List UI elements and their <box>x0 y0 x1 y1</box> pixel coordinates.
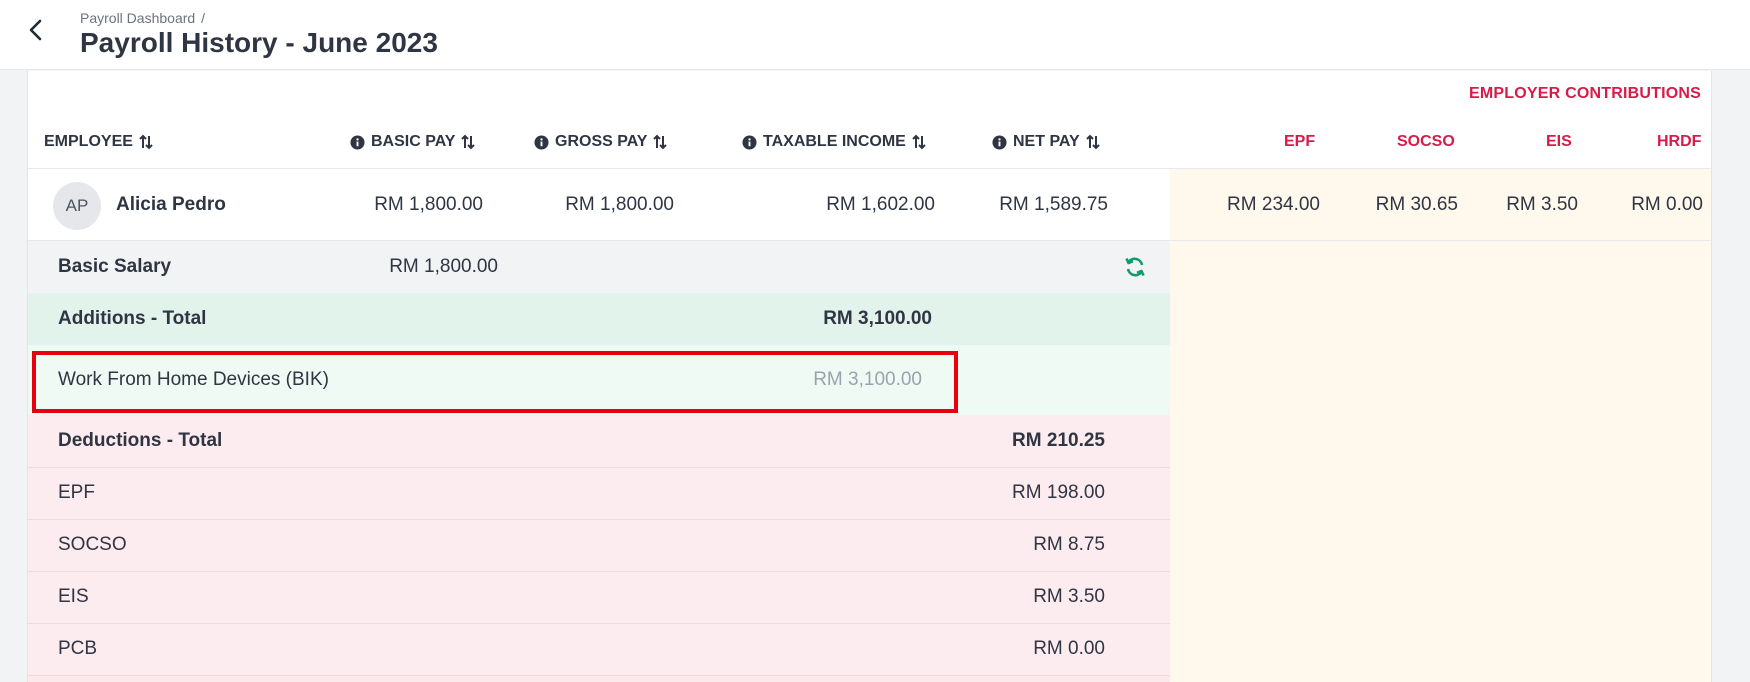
basic-salary-value: RM 1,800.00 <box>389 256 498 277</box>
sort-icon[interactable] <box>653 134 668 150</box>
deduction-row: EIS RM 3.50 <box>28 571 1170 623</box>
breadcrumb-link-payroll-dashboard[interactable]: Payroll Dashboard <box>80 10 195 26</box>
employee-employer-eis: RM 3.50 <box>1506 194 1578 215</box>
column-header-employer-hrdf: HRDF <box>1657 133 1702 150</box>
additions-total-label: Additions - Total <box>58 308 207 329</box>
info-icon[interactable] <box>534 134 549 150</box>
column-label: GROSS PAY <box>555 133 648 150</box>
sort-icon[interactable] <box>139 134 153 150</box>
breadcrumb: Payroll Dashboard / <box>80 10 205 26</box>
deduction-value: RM 198.00 <box>1012 482 1105 503</box>
employee-employer-hrdf: RM 0.00 <box>1631 194 1703 215</box>
employee-employer-socso: RM 30.65 <box>1375 194 1458 215</box>
deduction-row: SOCSO RM 8.75 <box>28 519 1170 571</box>
back-button[interactable] <box>22 16 50 44</box>
employee-gross-pay: RM 1,800.00 <box>565 194 674 215</box>
employee-basic-pay: RM 1,800.00 <box>374 194 483 215</box>
next-row-edge <box>28 675 1170 682</box>
additions-total-row: Additions - Total RM 3,100.00 <box>28 293 1170 345</box>
page-title: Payroll History - June 2023 <box>80 27 438 58</box>
deduction-value: RM 0.00 <box>1033 638 1105 659</box>
employee-taxable-income: RM 1,602.00 <box>826 194 935 215</box>
sort-icon[interactable] <box>461 134 476 150</box>
column-label: NET PAY <box>1013 133 1080 150</box>
employer-contributions-area <box>1170 169 1711 682</box>
deduction-value: RM 3.50 <box>1033 586 1105 607</box>
deduction-label: EIS <box>58 586 89 607</box>
column-label: EMPLOYEE <box>44 133 133 150</box>
sort-icon[interactable] <box>1085 134 1100 150</box>
highlight-box <box>32 351 958 413</box>
employer-contributions-title: EMPLOYER CONTRIBUTIONS <box>1469 85 1701 102</box>
column-label: TAXABLE INCOME <box>763 133 906 150</box>
deduction-label: SOCSO <box>58 534 127 555</box>
employee-net-pay: RM 1,589.75 <box>999 194 1108 215</box>
info-icon[interactable] <box>350 134 365 150</box>
deduction-row: PCB RM 0.00 <box>28 623 1170 675</box>
addition-item-row: Work From Home Devices (BIK) RM 3,100.00 <box>28 345 1170 415</box>
column-header-basic-pay[interactable]: BASIC PAY <box>350 133 476 151</box>
employee-employer-epf: RM 234.00 <box>1227 194 1320 215</box>
additions-total-value: RM 3,100.00 <box>823 308 932 329</box>
column-header-net-pay[interactable]: NET PAY <box>992 133 1100 151</box>
deduction-label: PCB <box>58 638 98 659</box>
back-arrow-icon <box>29 19 42 41</box>
column-header-gross-pay[interactable]: GROSS PAY <box>534 133 668 151</box>
info-icon[interactable] <box>992 134 1007 150</box>
column-header-employer-socso: SOCSO <box>1397 133 1455 150</box>
employee-row[interactable]: AP Alicia Pedro RM 1,800.00 RM 1,800.00 … <box>28 169 1711 241</box>
refresh-icon[interactable] <box>1123 255 1147 279</box>
avatar: AP <box>53 182 101 230</box>
sort-icon[interactable] <box>912 134 926 150</box>
deduction-row: EPF RM 198.00 <box>28 467 1170 519</box>
column-label: BASIC PAY <box>371 133 456 150</box>
breadcrumb-separator: / <box>201 10 206 26</box>
employee-name: Alicia Pedro <box>116 194 226 215</box>
column-header-employer-epf: EPF <box>1284 133 1316 150</box>
deduction-value: RM 8.75 <box>1033 534 1105 555</box>
basic-salary-label: Basic Salary <box>58 256 172 277</box>
deductions-total-row: Deductions - Total RM 210.25 <box>28 415 1170 467</box>
info-icon[interactable] <box>742 134 757 150</box>
column-header-employer-eis: EIS <box>1546 133 1572 150</box>
deductions-total-value: RM 210.25 <box>1012 430 1105 451</box>
payroll-table: EMPLOYER CONTRIBUTIONS EMPLOYEE BASIC PA… <box>27 71 1712 682</box>
column-header-taxable-income[interactable]: TAXABLE INCOME <box>742 133 926 151</box>
top-bar: Payroll Dashboard / Payroll History - Jun… <box>0 0 1750 70</box>
column-header-employee[interactable]: EMPLOYEE <box>44 133 153 151</box>
deduction-label: EPF <box>58 482 95 503</box>
deductions-total-label: Deductions - Total <box>58 430 223 451</box>
basic-salary-row: Basic Salary RM 1,800.00 <box>28 241 1170 293</box>
